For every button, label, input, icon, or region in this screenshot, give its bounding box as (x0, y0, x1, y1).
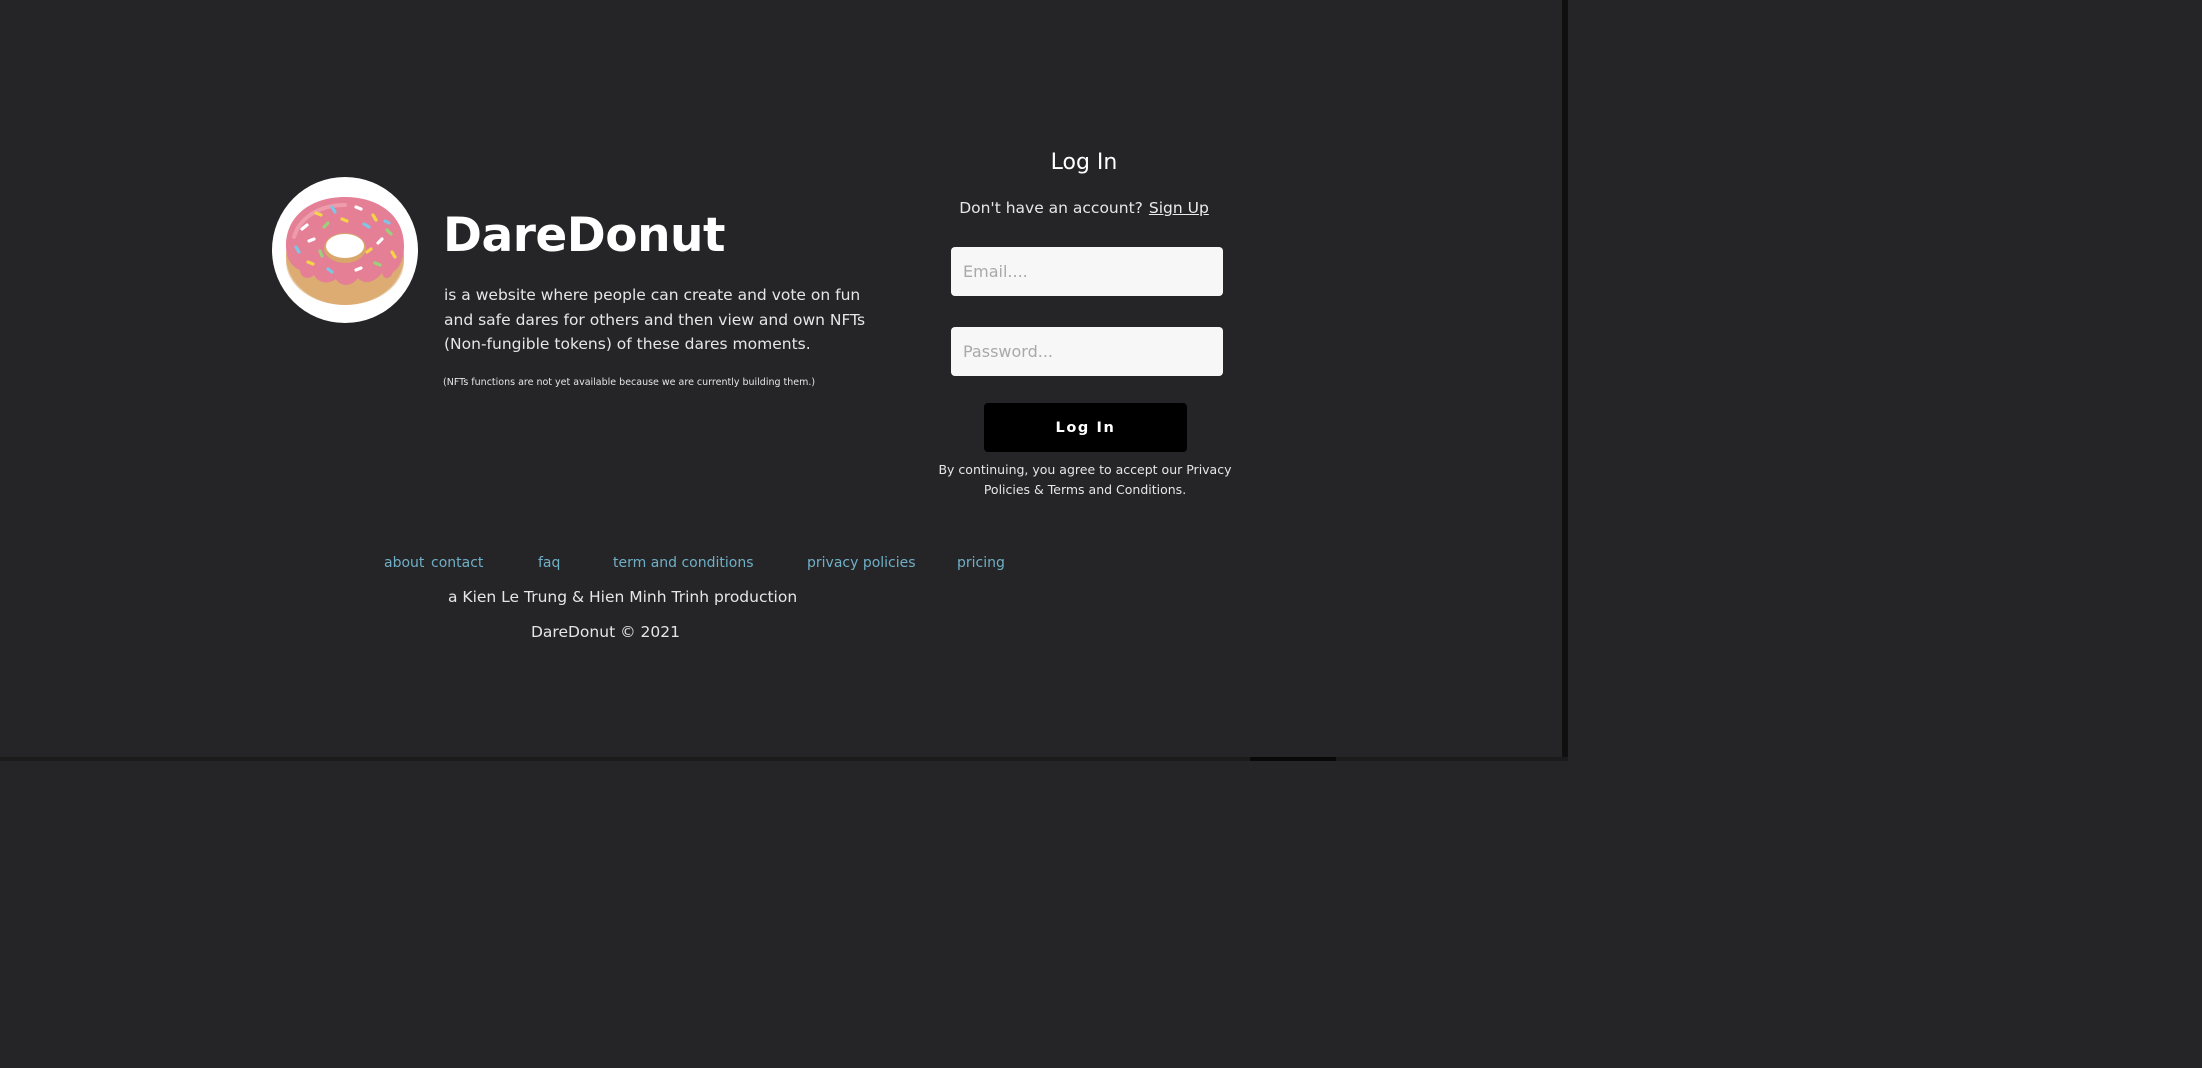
login-heading: Log In (1050, 150, 1118, 175)
nft-availability-note: (NFTs functions are not yet available be… (443, 377, 816, 388)
window-right-edge (1562, 0, 1568, 761)
signup-prompt: Don't have an account? Sign Up (934, 199, 1234, 217)
password-field[interactable] (951, 327, 1223, 376)
signup-link[interactable]: Sign Up (1149, 199, 1209, 217)
footer-link-pricing[interactable]: pricing (957, 555, 1005, 571)
footer-link-terms[interactable]: term and conditions (613, 555, 754, 571)
window-bottom-strip (1250, 757, 1336, 761)
footer-link-faq[interactable]: faq (538, 555, 560, 571)
consent-text: By continuing, you agree to accept our P… (938, 462, 1232, 497)
footer-link-privacy[interactable]: privacy policies (807, 555, 916, 571)
footer-copyright: DareDonut © 2021 (531, 623, 680, 641)
donut-icon (286, 197, 404, 305)
brand-title: DareDonut (443, 208, 725, 263)
brand-description: is a website where people can create and… (444, 286, 866, 353)
login-button[interactable]: Log In (984, 403, 1187, 452)
footer-link-about[interactable]: about (384, 555, 424, 571)
footer-link-contact[interactable]: contact (431, 555, 483, 571)
footer-credit: a Kien Le Trung & Hien Minh Trinh produc… (448, 588, 798, 606)
email-field[interactable] (951, 247, 1223, 296)
brand-logo (272, 177, 418, 323)
no-account-text: Don't have an account? (959, 199, 1143, 217)
